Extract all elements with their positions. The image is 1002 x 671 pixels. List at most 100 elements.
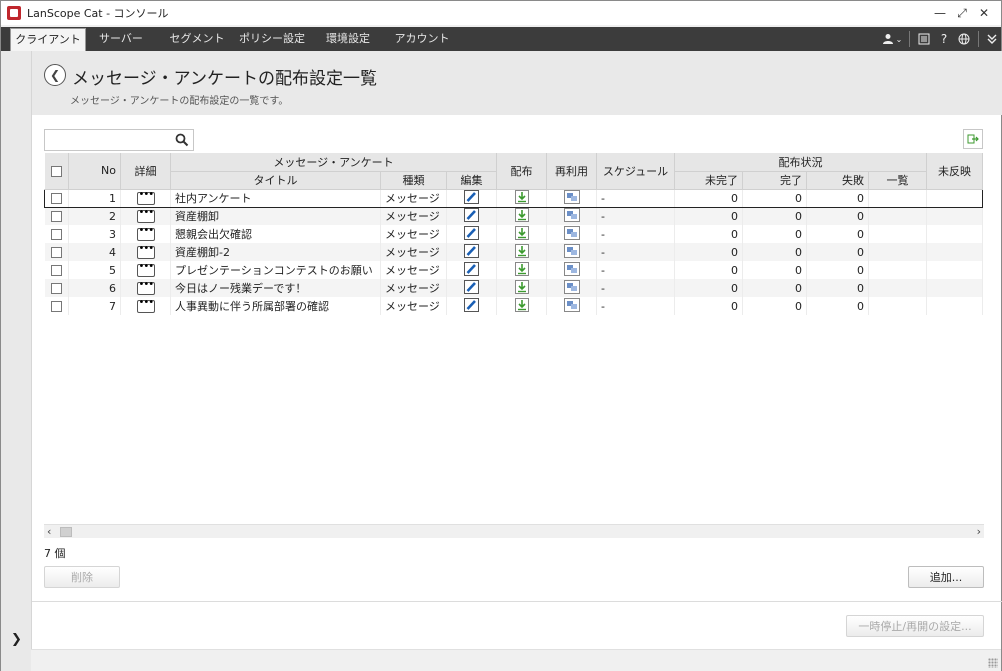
edit-icon[interactable] bbox=[464, 225, 479, 243]
reuse-icon[interactable] bbox=[563, 279, 580, 297]
reuse-button[interactable] bbox=[546, 261, 597, 279]
more-icon[interactable] bbox=[136, 279, 155, 295]
col-unreflected[interactable]: 未反映 bbox=[926, 153, 983, 190]
detail-button[interactable] bbox=[120, 207, 171, 225]
edit-button[interactable] bbox=[446, 243, 497, 261]
reuse-button[interactable] bbox=[546, 297, 597, 315]
edit-icon[interactable] bbox=[464, 261, 479, 279]
distribute-icon[interactable] bbox=[514, 297, 529, 315]
reuse-button[interactable] bbox=[546, 243, 597, 261]
delete-button[interactable]: 削除 bbox=[44, 566, 120, 588]
more-icon[interactable] bbox=[136, 207, 155, 223]
reuse-icon[interactable] bbox=[563, 190, 580, 206]
reuse-button[interactable] bbox=[546, 279, 597, 297]
col-title[interactable]: タイトル bbox=[170, 171, 381, 190]
horizontal-scrollbar[interactable]: ‹ › bbox=[44, 524, 984, 538]
row-checkbox[interactable] bbox=[44, 279, 69, 297]
row-list[interactable] bbox=[868, 188, 927, 208]
table-row[interactable]: 1社内アンケートメッセージ-000 bbox=[44, 188, 983, 208]
resize-grip-icon[interactable] bbox=[988, 658, 998, 668]
distribute-button[interactable] bbox=[496, 188, 547, 208]
edit-icon[interactable] bbox=[464, 207, 479, 225]
distribute-button[interactable] bbox=[496, 243, 547, 261]
col-distribute[interactable]: 配布 bbox=[496, 153, 547, 190]
distribute-icon[interactable] bbox=[514, 207, 529, 225]
list-icon[interactable] bbox=[914, 27, 934, 51]
search-input[interactable] bbox=[44, 129, 194, 151]
tab-server[interactable]: サーバー bbox=[89, 27, 153, 51]
row-list[interactable] bbox=[868, 225, 927, 243]
restore-icon[interactable]: ⤢ bbox=[951, 3, 973, 23]
col-no[interactable]: No bbox=[68, 153, 121, 190]
tab-environment[interactable]: 環境設定 bbox=[315, 27, 381, 51]
reuse-icon[interactable] bbox=[563, 243, 580, 261]
search-icon[interactable] bbox=[175, 133, 189, 147]
expand-panel-icon[interactable]: ❯ bbox=[11, 632, 22, 647]
back-button[interactable]: ❮ bbox=[44, 64, 66, 86]
globe-icon[interactable] bbox=[954, 27, 974, 51]
user-icon[interactable]: ⌄ bbox=[879, 27, 905, 51]
tab-segment[interactable]: セグメント bbox=[163, 27, 231, 51]
scroll-right-icon[interactable]: › bbox=[977, 525, 981, 538]
more-icon[interactable] bbox=[136, 297, 155, 313]
edit-button[interactable] bbox=[446, 261, 497, 279]
row-checkbox[interactable] bbox=[44, 207, 69, 225]
help-icon[interactable]: ? bbox=[934, 27, 954, 51]
row-checkbox[interactable] bbox=[44, 243, 69, 261]
col-type[interactable]: 種類 bbox=[380, 171, 447, 190]
export-button[interactable] bbox=[963, 129, 983, 149]
edit-icon[interactable] bbox=[464, 297, 479, 315]
table-row[interactable]: 4資産棚卸-2メッセージ-000 bbox=[44, 243, 983, 261]
distribute-icon[interactable] bbox=[514, 261, 529, 279]
add-button[interactable]: 追加... bbox=[908, 566, 984, 588]
col-incomplete[interactable]: 未完了 bbox=[674, 171, 743, 190]
edit-icon[interactable] bbox=[464, 190, 479, 206]
minimize-icon[interactable]: — bbox=[929, 3, 951, 23]
table-row[interactable]: 7人事異動に伴う所属部署の確認メッセージ-000 bbox=[44, 297, 983, 315]
distribute-button[interactable] bbox=[496, 261, 547, 279]
distribute-icon[interactable] bbox=[514, 190, 529, 206]
detail-button[interactable] bbox=[120, 188, 171, 208]
row-list[interactable] bbox=[868, 243, 927, 261]
table-row[interactable]: 2資産棚卸メッセージ-000 bbox=[44, 207, 983, 225]
reuse-icon[interactable] bbox=[563, 261, 580, 279]
detail-button[interactable] bbox=[120, 279, 171, 297]
table-row[interactable]: 5プレゼンテーションコンテストのお願いメッセージ-000 bbox=[44, 261, 983, 279]
table-row[interactable]: 3懇親会出欠確認メッセージ-000 bbox=[44, 225, 983, 243]
distribute-icon[interactable] bbox=[514, 279, 529, 297]
reuse-icon[interactable] bbox=[563, 297, 580, 315]
col-schedule[interactable]: スケジュール bbox=[596, 153, 675, 190]
tab-client[interactable]: クライアント bbox=[10, 28, 86, 51]
edit-icon[interactable] bbox=[464, 279, 479, 297]
edit-button[interactable] bbox=[446, 207, 497, 225]
more-icon[interactable] bbox=[136, 261, 155, 277]
distribute-button[interactable] bbox=[496, 297, 547, 315]
edit-button[interactable] bbox=[446, 188, 497, 208]
more-icon[interactable] bbox=[136, 243, 155, 259]
edit-button[interactable] bbox=[446, 225, 497, 243]
tab-policy[interactable]: ポリシー設定 bbox=[235, 27, 309, 51]
reuse-icon[interactable] bbox=[563, 225, 580, 243]
more-icon[interactable] bbox=[136, 190, 155, 205]
col-reuse[interactable]: 再利用 bbox=[546, 153, 597, 190]
col-failed[interactable]: 失敗 bbox=[806, 171, 869, 190]
col-complete[interactable]: 完了 bbox=[742, 171, 807, 190]
reuse-icon[interactable] bbox=[563, 207, 580, 225]
col-edit[interactable]: 編集 bbox=[446, 171, 497, 190]
distribute-button[interactable] bbox=[496, 225, 547, 243]
row-list[interactable] bbox=[868, 207, 927, 225]
select-all-checkbox[interactable] bbox=[44, 153, 69, 190]
reuse-button[interactable] bbox=[546, 188, 597, 208]
detail-button[interactable] bbox=[120, 243, 171, 261]
distribute-icon[interactable] bbox=[514, 225, 529, 243]
table-row[interactable]: 6今日はノー残業デーです！メッセージ-000 bbox=[44, 279, 983, 297]
tab-account[interactable]: アカウント bbox=[389, 27, 455, 51]
close-icon[interactable]: ✕ bbox=[973, 3, 995, 23]
row-list[interactable] bbox=[868, 261, 927, 279]
row-list[interactable] bbox=[868, 297, 927, 315]
more-icon[interactable] bbox=[136, 225, 155, 241]
reuse-button[interactable] bbox=[546, 207, 597, 225]
distribute-button[interactable] bbox=[496, 207, 547, 225]
detail-button[interactable] bbox=[120, 261, 171, 279]
pause-resume-settings-button[interactable]: 一時停止/再開の設定... bbox=[846, 615, 984, 637]
